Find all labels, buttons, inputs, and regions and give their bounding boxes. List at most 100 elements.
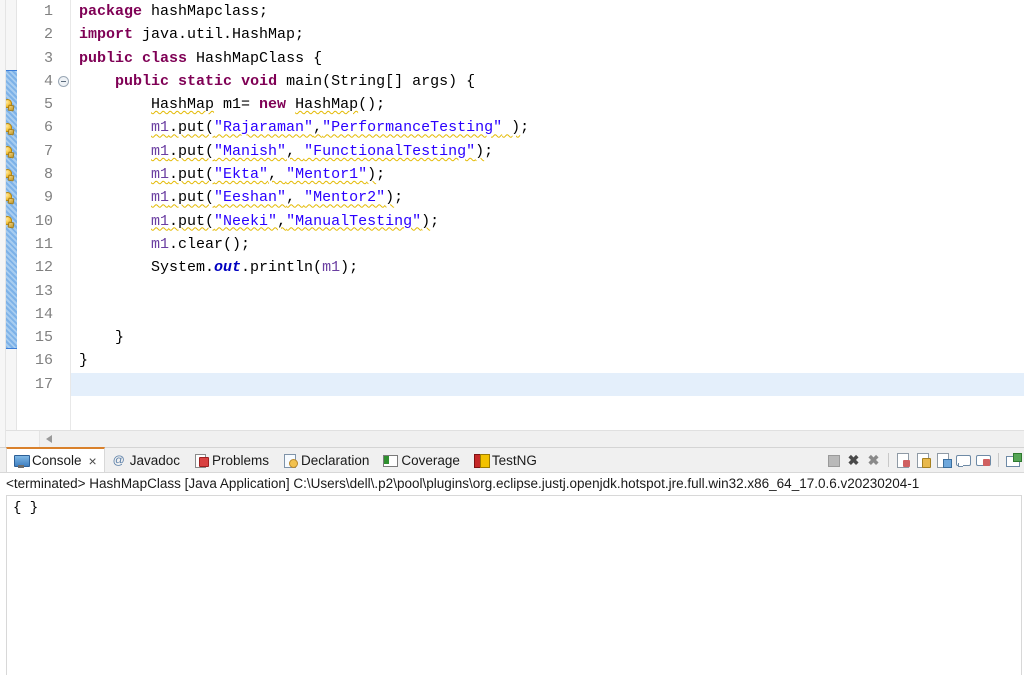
- code-line[interactable]: m1.put("Neeki","ManualTesting");: [79, 210, 1024, 233]
- eclipse-ide-window: 1 2 3 4 5 6 7 8 9 10 11 12 13 14 15 16 17 package hashMa…: [0, 0, 1024, 675]
- code-token: "PerformanceTesting": [322, 119, 503, 137]
- code-line[interactable]: m1.clear();: [79, 233, 1024, 256]
- code-token: m1: [322, 259, 341, 277]
- tab-coverage[interactable]: Coverage: [376, 448, 467, 472]
- code-token: .put(: [169, 119, 215, 137]
- toolbar-separator: [888, 453, 889, 467]
- testng-icon: [473, 453, 490, 468]
- tab-testng[interactable]: TestNG: [467, 448, 544, 472]
- tab-label: Declaration: [301, 452, 370, 468]
- close-icon[interactable]: ×: [89, 454, 97, 468]
- code-line[interactable]: System.out.println(m1);: [79, 256, 1024, 279]
- code-line[interactable]: m1.put("Manish", "FunctionalTesting");: [79, 140, 1024, 163]
- code-token: import: [79, 26, 134, 44]
- console-bubble-icon[interactable]: [955, 452, 972, 469]
- line-number: 17: [34, 375, 53, 393]
- code-token: new: [259, 96, 287, 114]
- code-token: ): [475, 142, 485, 160]
- code-line[interactable]: }: [79, 349, 1024, 372]
- code-token: ();: [358, 96, 386, 114]
- code-token: ,: [268, 166, 287, 184]
- line-number-ruler: 1 2 3 4 5 6 7 8 9 10 11 12 13 14 15 16 17: [17, 0, 57, 430]
- code-line[interactable]: }: [79, 326, 1024, 349]
- scroll-left-arrow-icon[interactable]: [42, 431, 58, 447]
- line-number: 11: [34, 235, 53, 253]
- code-token: ): [385, 189, 395, 207]
- tab-label: Javadoc: [129, 452, 181, 468]
- word-wrap-icon[interactable]: [935, 452, 952, 469]
- tab-javadoc[interactable]: @ Javadoc: [105, 448, 187, 472]
- console-bubble-error-icon[interactable]: [975, 452, 992, 469]
- code-token: package: [79, 3, 143, 20]
- console-toolbar: ✖ ✖: [825, 448, 1024, 472]
- new-console-icon[interactable]: [1005, 452, 1022, 469]
- line-number: 13: [34, 282, 53, 300]
- folding-ruler[interactable]: [57, 0, 71, 430]
- code-line[interactable]: package hashMapclass;: [79, 0, 1024, 23]
- code-token: System.: [79, 259, 215, 277]
- tab-label: Coverage: [401, 452, 460, 468]
- x-mark-faded-icon[interactable]: ✖: [865, 452, 882, 469]
- code-token: void: [241, 72, 278, 90]
- code-line[interactable]: m1.put("Rajaraman","PerformanceTesting" …: [79, 116, 1024, 139]
- code-token: "Mentor1": [286, 166, 368, 184]
- code-token: ;: [376, 166, 386, 184]
- code-line[interactable]: [79, 280, 1024, 303]
- code-text[interactable]: package hashMapclass; import java.util.Ha…: [71, 0, 1024, 396]
- line-number: 12: [34, 259, 53, 277]
- x-mark-icon[interactable]: ✖: [845, 452, 862, 469]
- code-token: "ManualTesting": [286, 212, 422, 230]
- code-token: m1=: [214, 96, 260, 114]
- tab-label: Console: [32, 453, 82, 468]
- console-view: Console × @ Javadoc Problems Declaration Cover…: [0, 447, 1024, 675]
- code-token: ): [367, 166, 377, 184]
- code-token: ): [502, 119, 521, 137]
- code-token: "Eeshan": [214, 189, 287, 207]
- code-line[interactable]: public class HashMapClass {: [79, 47, 1024, 70]
- line-number: 5: [43, 96, 53, 114]
- code-token: public: [79, 49, 134, 67]
- code-token: java.util.HashMap;: [133, 26, 305, 44]
- scroll-lock-icon[interactable]: [915, 452, 932, 469]
- line-number: 1: [43, 3, 53, 20]
- coverage-icon: [383, 453, 399, 467]
- code-line[interactable]: m1.put("Eeshan", "Mentor2");: [79, 186, 1024, 209]
- stop-square-icon: [825, 452, 842, 469]
- code-area[interactable]: package hashMapclass; import java.util.Ha…: [71, 0, 1024, 430]
- tab-console[interactable]: Console ×: [6, 447, 105, 472]
- code-token: HashMap: [295, 96, 359, 114]
- code-token: "Neeki": [214, 212, 278, 230]
- code-token: ,: [286, 189, 305, 207]
- code-line[interactable]: [79, 303, 1024, 326]
- code-line[interactable]: import java.util.HashMap;: [79, 23, 1024, 46]
- code-token: m1: [151, 119, 170, 137]
- code-token: static: [178, 72, 233, 90]
- tab-problems[interactable]: Problems: [187, 448, 276, 472]
- clear-console-icon[interactable]: [895, 452, 912, 469]
- code-line[interactable]: HashMap m1= new HashMap();: [79, 93, 1024, 116]
- line-number: 7: [43, 142, 53, 160]
- code-token: HashMapClass {: [187, 49, 323, 67]
- console-output-text[interactable]: { }: [6, 495, 1022, 675]
- code-token: ): [421, 212, 431, 230]
- code-line[interactable]: m1.put("Ekta", "Mentor1");: [79, 163, 1024, 186]
- editor-horizontal-scrollbar[interactable]: [0, 430, 1024, 447]
- view-tab-list: Console × @ Javadoc Problems Declaration Cover…: [0, 447, 544, 472]
- fold-collapse-icon[interactable]: [58, 75, 69, 87]
- code-token: m1: [151, 235, 170, 253]
- tab-label: Problems: [212, 452, 270, 468]
- line-number: 16: [34, 352, 53, 370]
- code-token: .put(: [169, 212, 215, 230]
- code-token: .println(: [241, 259, 323, 277]
- tab-declaration[interactable]: Declaration: [276, 448, 376, 472]
- toolbar-separator: [998, 453, 999, 467]
- code-token: hashMapclass;: [142, 3, 269, 20]
- code-line[interactable]: public static void main(String[] args) {: [79, 70, 1024, 93]
- code-line[interactable]: [79, 373, 1024, 396]
- code-token: ,: [286, 142, 305, 160]
